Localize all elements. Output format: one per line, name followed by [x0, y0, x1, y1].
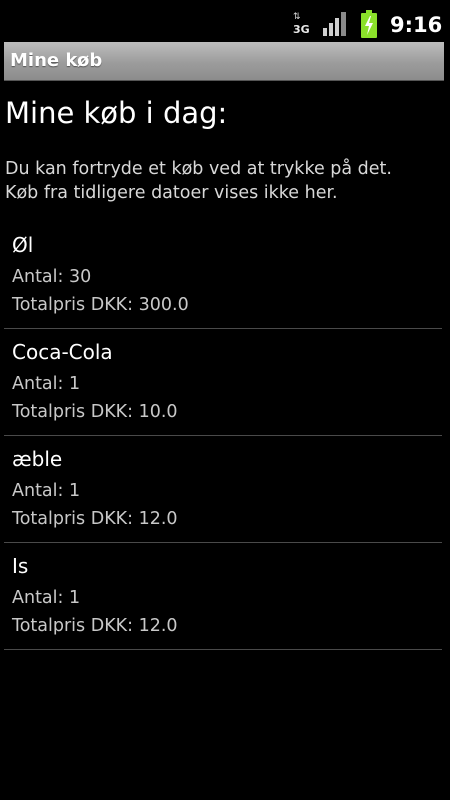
title-bar: Mine køb [4, 42, 444, 81]
purchase-name: Coca-Cola [12, 340, 113, 364]
purchase-name: æble [12, 447, 63, 471]
purchase-name: Is [12, 554, 29, 578]
clock: 9:16 [390, 13, 443, 37]
purchase-total: Totalpris DKK: 12.0 [12, 616, 178, 636]
purchase-name: Øl [12, 233, 34, 257]
purchase-total: Totalpris DKK: 12.0 [12, 509, 178, 529]
purchase-item[interactable]: Øl Antal: 30 Totalpris DKK: 300.0 [4, 223, 442, 329]
purchase-quantity: Antal: 1 [12, 481, 81, 501]
purchase-quantity: Antal: 1 [12, 588, 81, 608]
app-title: Mine køb [10, 50, 103, 71]
page-heading: Mine køb i dag: [5, 96, 228, 130]
purchase-total: Totalpris DKK: 300.0 [12, 295, 189, 315]
purchase-total: Totalpris DKK: 10.0 [12, 402, 178, 422]
info-text: Du kan fortryde et køb ved at trykke på … [5, 157, 392, 205]
info-line-history: Køb fra tidligere datoer vises ikke her. [5, 183, 338, 203]
purchase-quantity: Antal: 1 [12, 374, 81, 394]
purchase-item[interactable]: Is Antal: 1 Totalpris DKK: 12.0 [4, 544, 442, 650]
purchase-item[interactable]: Coca-Cola Antal: 1 Totalpris DKK: 10.0 [4, 330, 442, 436]
battery-charging-icon [360, 10, 378, 38]
network-type-label: 3G [293, 23, 310, 36]
data-activity-icon: ⇅ [293, 12, 301, 22]
purchase-list: Øl Antal: 30 Totalpris DKK: 300.0 Coca-C… [4, 223, 442, 650]
info-line-undo: Du kan fortryde et køb ved at trykke på … [5, 159, 392, 179]
purchase-item[interactable]: æble Antal: 1 Totalpris DKK: 12.0 [4, 437, 442, 543]
signal-strength-icon [323, 12, 349, 36]
purchase-quantity: Antal: 30 [12, 267, 92, 287]
network-3g-icon: ⇅ 3G [293, 12, 310, 37]
